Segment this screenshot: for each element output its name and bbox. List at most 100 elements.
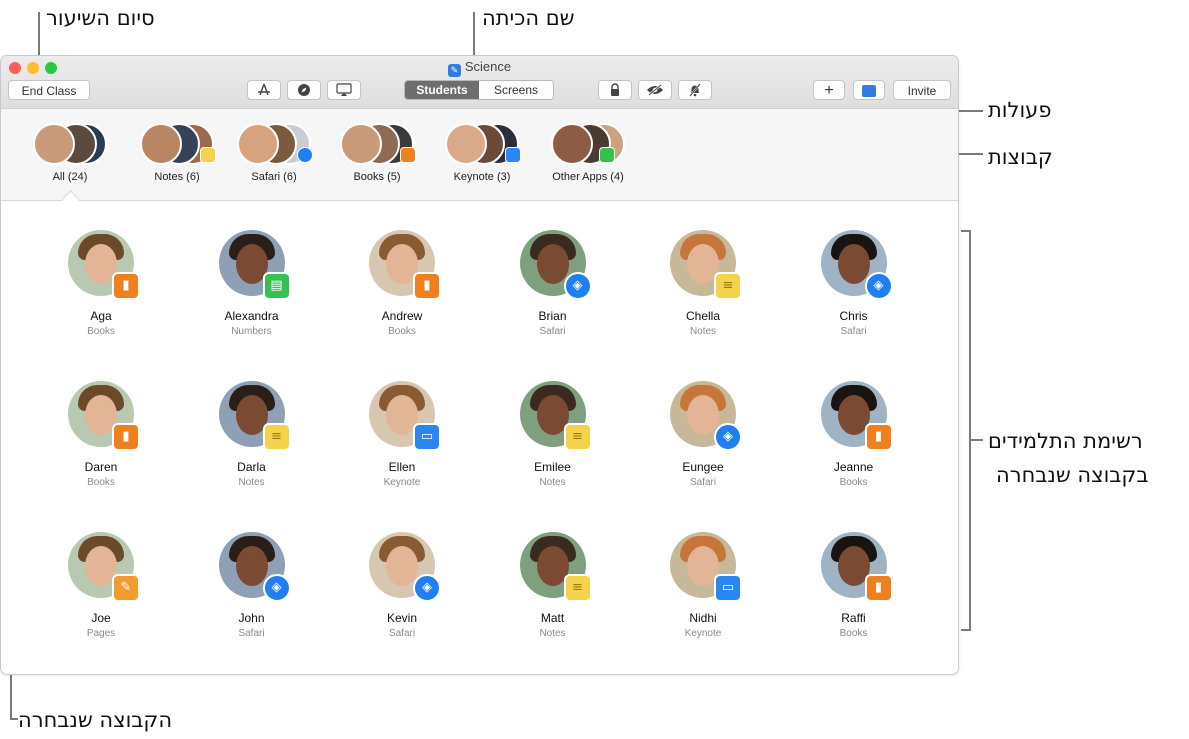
student-name: Raffi <box>841 611 866 625</box>
student-app: Safari <box>689 477 717 488</box>
group-label: Other Apps (4) <box>552 171 624 183</box>
student-app: Numbers <box>231 326 272 337</box>
notepad-icon: ≡ <box>262 423 291 451</box>
invite-button[interactable]: Invite <box>893 80 951 100</box>
student-name: Darla <box>237 460 266 474</box>
student-name: Brian <box>538 309 567 323</box>
student-app: Books <box>87 477 115 488</box>
student-name: Emilee <box>534 460 571 474</box>
notepad-icon: ≡ <box>563 574 592 602</box>
student-tile[interactable]: ≡ Darla Notes <box>177 381 327 489</box>
leader-class-name <box>473 12 475 58</box>
student-name: Aga <box>90 309 112 323</box>
notepad-icon: ≡ <box>563 423 592 451</box>
add-button[interactable]: + <box>813 80 845 100</box>
mute-button[interactable] <box>678 80 712 100</box>
student-tile[interactable]: ≡ Matt Notes <box>478 532 628 640</box>
student-tile[interactable]: ▮ Andrew Books <box>327 230 477 338</box>
window-title-bar: ✎ Science <box>1 59 958 77</box>
student-tile[interactable]: ▮ Daren Books <box>26 381 176 489</box>
student-tile[interactable]: ▮ Aga Books <box>26 230 176 338</box>
student-tile[interactable]: ▤ Alexandra Numbers <box>177 230 327 338</box>
callout-class-name: שם הכיתה <box>482 6 575 30</box>
view-segmented-control: Students Screens <box>404 80 554 100</box>
leader-list-out <box>971 439 983 441</box>
tab-students[interactable]: Students <box>405 81 479 99</box>
student-app: Notes <box>539 477 566 488</box>
group-keynote[interactable]: Keynote (3) <box>432 123 532 183</box>
group-avatar <box>237 123 279 165</box>
classroom-info-button[interactable] <box>853 80 885 100</box>
student-app: Books <box>839 477 868 488</box>
student-tile[interactable]: ◈ Eungee Safari <box>628 381 778 489</box>
avatar-face <box>837 244 870 284</box>
group-avatar <box>33 123 75 165</box>
book-icon: ▮ <box>112 272 140 300</box>
avatar-face <box>687 395 719 435</box>
student-name: Matt <box>540 611 565 625</box>
group-books[interactable]: Books (5) <box>327 123 427 183</box>
book-icon: ▮ <box>864 423 893 451</box>
callout-end-class: סיום השיעור <box>46 6 155 30</box>
compass-icon <box>298 84 310 96</box>
presentation-icon: ▭ <box>714 574 742 602</box>
avatar-face <box>386 546 418 586</box>
group-avatar <box>551 123 593 165</box>
group-safari[interactable]: Safari (6) <box>224 123 324 183</box>
student-tile[interactable]: ◈ Kevin Safari <box>327 532 477 640</box>
student-name: Chella <box>685 309 721 323</box>
chart-icon: ▤ <box>262 272 291 300</box>
book-icon: ▮ <box>864 574 893 602</box>
student-name: Chris <box>839 309 868 323</box>
compass-icon: ◈ <box>262 574 291 602</box>
student-tile[interactable]: ▭ Nidhi Keynote <box>628 532 778 640</box>
open-app-button[interactable] <box>247 80 281 100</box>
student-name: Daren <box>84 460 118 474</box>
group-avatar <box>445 123 487 165</box>
student-tile[interactable]: ≡ Chella Notes <box>628 230 778 338</box>
group-all[interactable]: All (24) <box>20 123 120 183</box>
group-label: All (24) <box>52 171 88 183</box>
student-tile[interactable]: ▮ Raffi Books <box>779 532 929 640</box>
end-class-button[interactable]: End Class <box>8 80 90 100</box>
student-app: Keynote <box>383 477 421 488</box>
airplay-button[interactable] <box>327 80 361 100</box>
student-name: Kevin <box>386 611 418 625</box>
leader-selected-b <box>10 718 18 720</box>
compass-icon: ◈ <box>864 272 893 300</box>
tab-screens[interactable]: Screens <box>479 81 553 99</box>
student-app: Books <box>388 326 416 337</box>
student-tile[interactable]: ≡ Emilee Notes <box>478 381 628 489</box>
hide-button[interactable] <box>638 80 672 100</box>
groups-bar: All (24) Notes (6) Safari (6) Books (5) … <box>1 109 958 201</box>
student-app: Safari <box>388 628 416 639</box>
eye-slash-icon <box>647 84 663 96</box>
book-icon <box>400 147 416 163</box>
callout-groups: קבוצות <box>988 145 1053 169</box>
notepad-icon <box>200 147 216 163</box>
student-name: Joe <box>91 611 111 625</box>
student-tile[interactable]: ◈ John Safari <box>177 532 327 640</box>
student-app: Notes <box>689 326 717 337</box>
toolbar: ✎ Science End Class Students Screens + I… <box>1 56 958 109</box>
group-notes[interactable]: Notes (6) <box>127 123 227 183</box>
navigate-button[interactable] <box>287 80 321 100</box>
leader-list-t <box>961 230 971 232</box>
student-name: Nidhi <box>689 611 717 625</box>
compass-icon: ◈ <box>714 423 742 451</box>
student-tile[interactable]: ▮ Jeanne Books <box>779 381 929 489</box>
student-tile[interactable]: ✎ Joe Pages <box>26 532 176 640</box>
group-label: Books (5) <box>353 171 401 183</box>
callout-actions: פעולות <box>988 98 1052 122</box>
student-app: Notes <box>539 628 566 639</box>
student-tile[interactable]: ◈ Chris Safari <box>779 230 929 338</box>
student-tile[interactable]: ▭ Ellen Keynote <box>327 381 477 489</box>
lock-button[interactable] <box>598 80 632 100</box>
student-name: Alexandra <box>224 309 279 323</box>
student-tile[interactable]: ◈ Brian Safari <box>478 230 628 338</box>
classroom-window: ✎ Science End Class Students Screens + I… <box>0 55 959 675</box>
student-name: Ellen <box>388 460 416 474</box>
compass-icon: ◈ <box>563 272 592 300</box>
group-other-apps[interactable]: Other Apps (4) <box>538 123 638 183</box>
student-app: Pages <box>86 628 116 639</box>
